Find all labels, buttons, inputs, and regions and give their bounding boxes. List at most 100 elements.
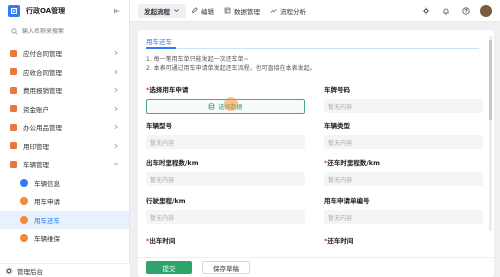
field-label: 车辆类型 [324,122,350,130]
field-label: 选择用车申请 [149,86,189,94]
folder-icon [10,123,17,131]
form-tab-underline [146,47,479,49]
folder-icon [10,105,17,113]
sidebar-item-vehicle-apply[interactable]: 用车申请 [0,192,129,211]
field-plate-number: 车牌号码 暂无内容 [324,84,483,113]
table-icon [224,7,231,14]
analytics-icon [270,8,277,13]
field-vehicle-type: 车辆类型 暂无内容 [324,120,483,149]
chevron-right-icon [114,87,118,93]
admin-backend-link[interactable]: 管理后台 [0,263,130,277]
top-right-icons [420,4,500,17]
field-out-time: *出车时间 [146,235,175,245]
form-note-1: 1. 每一笔用车单只能发起一次还车单~ [146,56,249,63]
folder-icon [10,49,17,57]
sidebar-nav: 应付合同管理 应收合同管理 费用报销管理 资金账户 办公用品管理 用印管理 车辆… [0,42,129,248]
mouse-cursor-highlight [224,97,238,111]
sidebar-item-office-supplies[interactable]: 办公用品管理 [0,118,129,137]
edit-icon [191,7,198,14]
chevron-right-icon [114,124,118,130]
sidebar-item-label: 车辆维保 [34,235,60,244]
sidebar-item-label: 费用报销管理 [23,87,62,96]
workflow-icon [20,215,28,224]
database-icon [209,103,215,110]
folder-icon [10,68,17,76]
out-mileage-input[interactable]: 暂无内容 [146,172,305,186]
return-mileage-input[interactable]: 暂无内容 [324,172,483,186]
plate-number-input[interactable]: 暂无内容 [324,99,483,113]
sidebar-item-label: 用印管理 [23,142,49,151]
chevron-right-icon [114,69,118,74]
field-out-mileage: 出车时里程数/km 暂无内容 [146,157,305,186]
sidebar-item-expenses[interactable]: 费用报销管理 [0,81,129,100]
submit-button[interactable]: 提交 [146,261,192,274]
sidebar-item-label: 车辆信息 [34,179,60,188]
tab-edit[interactable]: 编辑 [186,0,219,22]
chevron-down-icon [113,162,119,166]
gear-icon [5,267,13,274]
field-label: 车辆型号 [146,122,172,130]
sidebar-item-label: 资金账户 [23,105,49,114]
tab-label: 发起流程 [144,7,170,16]
sidebar-item-label: 车辆管理 [23,161,49,170]
sidebar-item-label: 应付合同管理 [23,50,62,59]
scrollbar-thumb[interactable] [489,40,492,120]
folder-icon [10,142,17,150]
notification-bell-icon[interactable] [440,5,452,17]
form-panel: 用车还车 1. 每一笔用车单只能发起一次还车单~ 2. 本表可通过用车申请单发起… [138,30,494,277]
tab-label: 数据管理 [234,7,260,16]
apply-number-input[interactable]: 暂无内容 [324,210,483,224]
form-note-2: 2. 本表可通过用车申请单发起还车流程，也可直接在本表发起。 [146,65,316,72]
field-return-time: *还车时间 [324,235,353,245]
chevron-down-icon [174,9,179,13]
field-label: 车牌号码 [324,86,350,94]
vehicle-model-input[interactable]: 暂无内容 [146,135,305,149]
chevron-right-icon [114,50,118,56]
app-title: 行政OA管理 [26,7,66,15]
search-input[interactable] [22,27,112,35]
sidebar-item-payables[interactable]: 应付合同管理 [0,44,129,63]
user-avatar[interactable] [480,4,492,17]
field-vehicle-model: 车辆型号 暂无内容 [146,120,305,149]
travel-mileage-input[interactable]: 暂无内容 [146,210,305,224]
vehicle-type-input[interactable]: 暂无内容 [324,135,483,149]
sidebar-item-vehicles[interactable]: 车辆管理 [0,155,129,174]
form-icon [20,178,28,187]
help-icon[interactable] [460,5,472,17]
tab-label: 流程分析 [280,7,306,16]
save-draft-button[interactable]: 保存草稿 [202,261,250,274]
sidebar-item-label: 用车还车 [34,216,60,225]
settings-icon[interactable] [420,5,432,17]
top-bar: 发起流程 编辑 数据管理 流程分析 [130,0,500,22]
workflow-icon [20,234,28,243]
tab-data-management[interactable]: 数据管理 [219,0,265,22]
folder-open-icon [10,160,17,168]
admin-backend-label: 管理后台 [17,267,43,276]
tab-start-process[interactable]: 发起流程 [138,3,186,18]
form-scrollbar[interactable] [489,36,492,231]
tab-label: 编辑 [201,7,214,16]
sidebar-item-label: 用车申请 [34,198,60,207]
form-action-bar: 提交 保存草稿 [138,257,494,277]
chevron-right-icon [114,106,118,111]
sidebar-item-vehicle-info[interactable]: 车辆信息 [0,174,129,193]
chevron-right-icon [114,143,118,148]
search-icon [11,27,18,35]
sidebar-item-vehicle-return[interactable]: 用车还车 [0,210,129,229]
sidebar-item-label: 应收合同管理 [23,68,62,77]
field-travel-mileage: 行驶里程/km 暂无内容 [146,195,305,224]
field-label: 用车申请单编号 [324,197,370,205]
app-logo-icon [8,5,20,17]
field-label: 出车时里程数/km [146,159,199,167]
field-label: 出车时间 [149,237,176,245]
field-label: 还车时里程数/km [327,159,380,167]
sidebar-item-label: 办公用品管理 [23,124,62,133]
sidebar-item-vehicle-maintenance[interactable]: 车辆维保 [0,229,129,248]
collapse-sidebar-icon[interactable] [113,7,121,15]
tab-process-analysis[interactable]: 流程分析 [265,0,311,22]
sidebar-item-seal[interactable]: 用印管理 [0,137,129,156]
sidebar-item-receivables[interactable]: 应收合同管理 [0,63,129,82]
sidebar: 行政OA管理 应付合同管理 应收合同管理 费用报销管理 资金账户 [0,0,130,277]
sidebar-item-accounts[interactable]: 资金账户 [0,100,129,119]
search-box [8,24,121,38]
